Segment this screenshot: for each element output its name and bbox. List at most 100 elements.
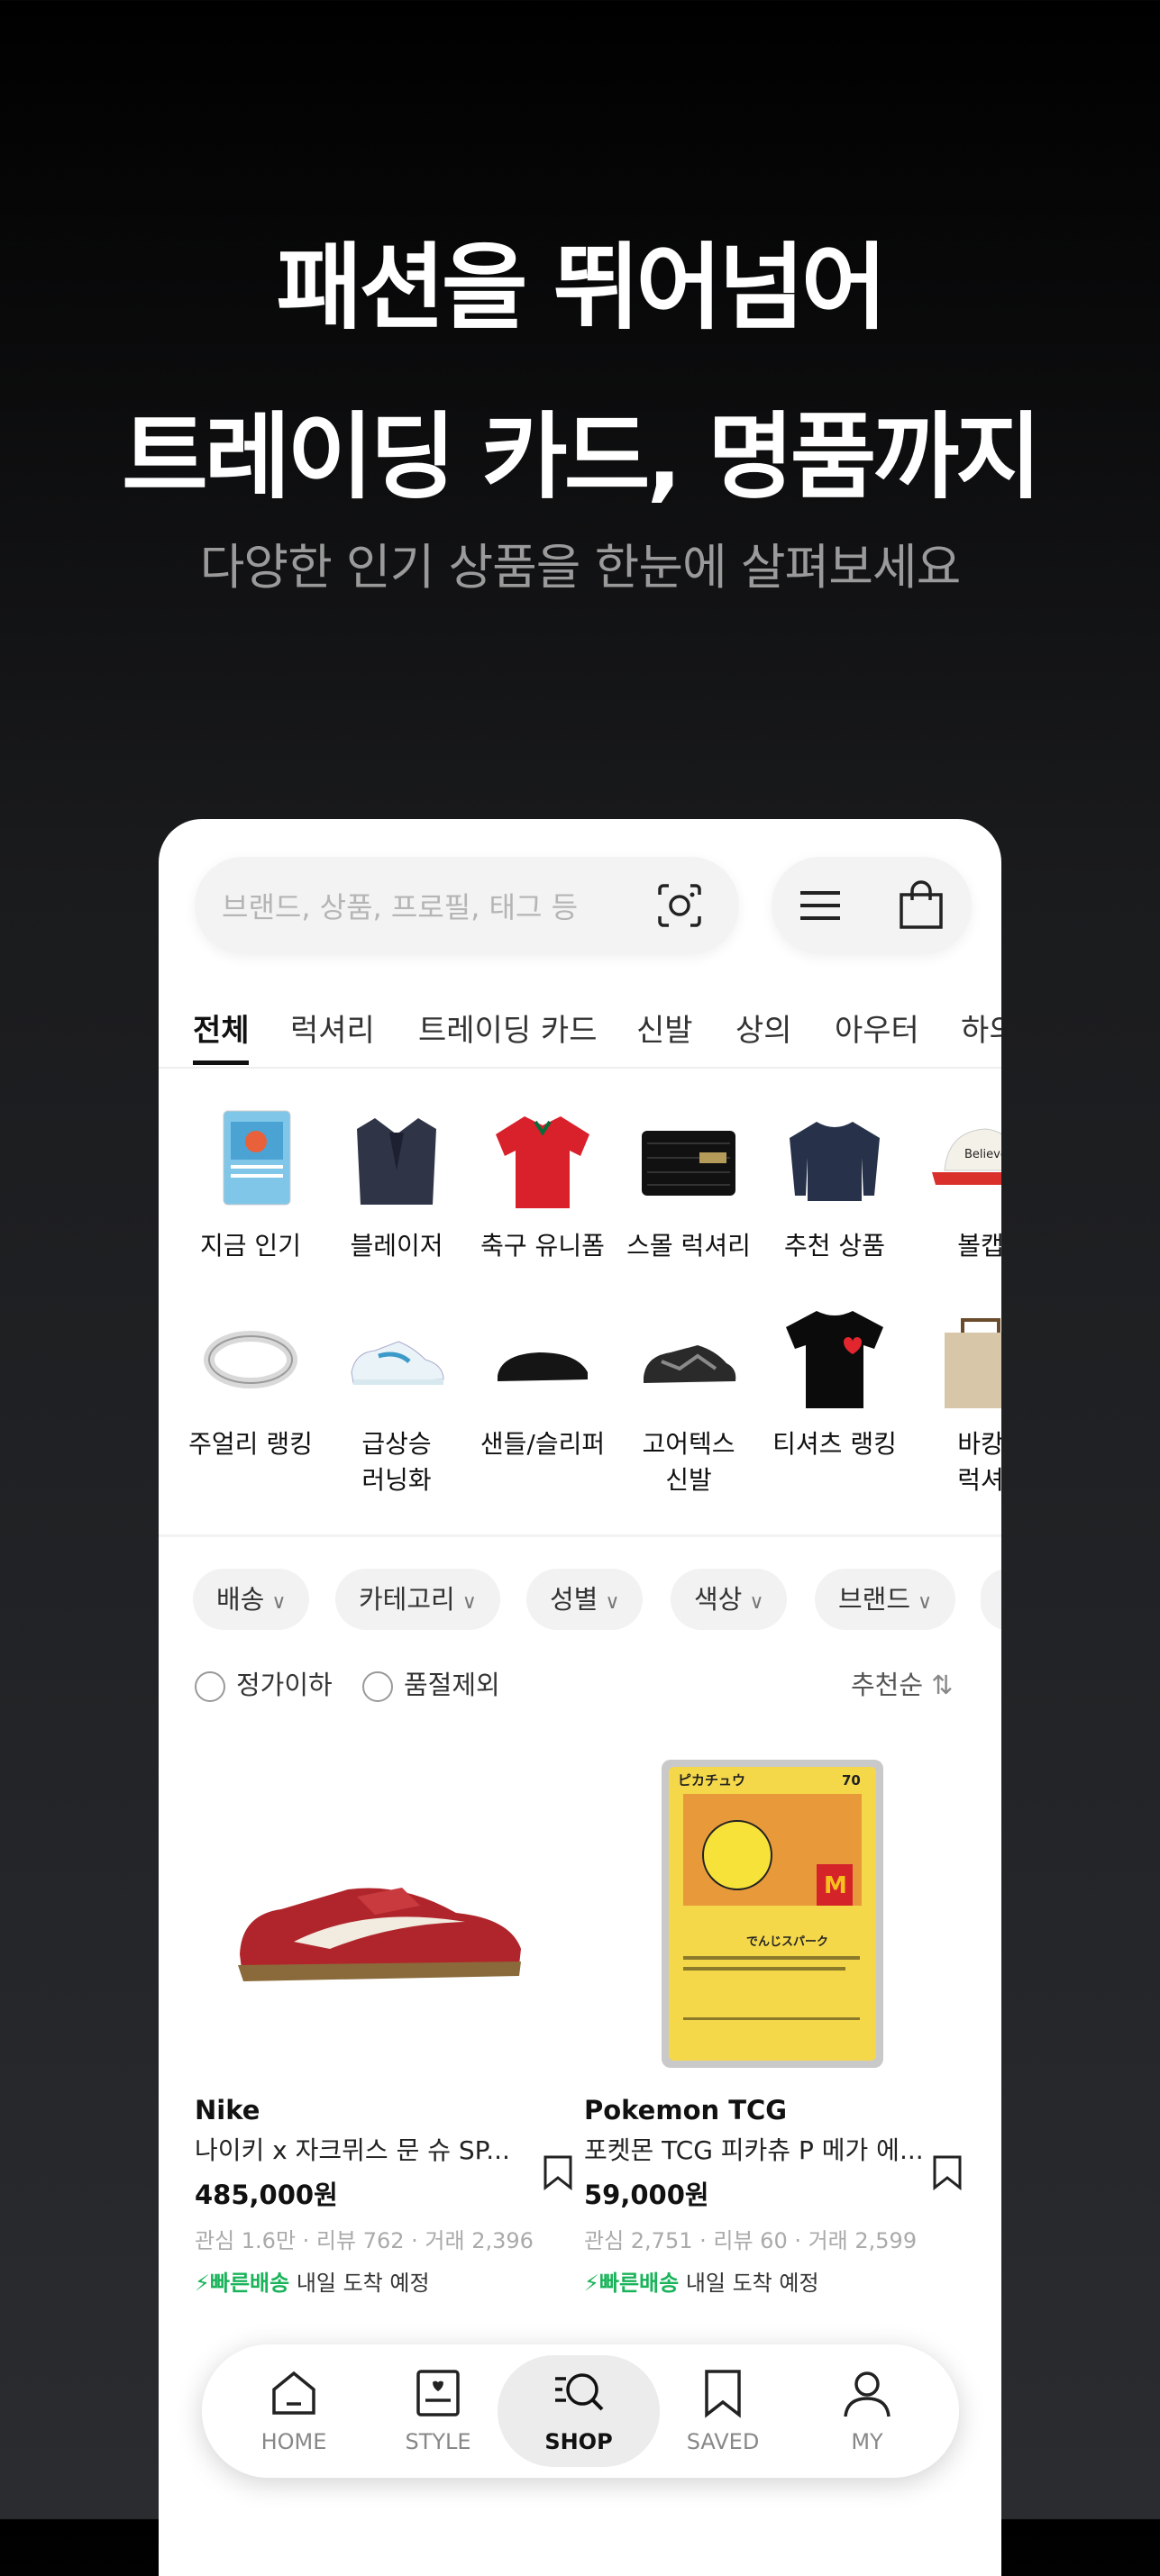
exclude-soldout-toggle[interactable]: 품절제외 bbox=[362, 1664, 500, 1702]
category-item[interactable]: 지금 인기 bbox=[177, 1107, 324, 1264]
product-card[interactable]: M ピカチュウ 70 でんじスパーク Pokemon TCG 포켓몬 TCG 피… bbox=[584, 1729, 963, 2297]
product-stats: 관심 1.6만 · 리뷰 762 · 거래 2,396 bbox=[195, 2228, 534, 2253]
category-item[interactable]: 스몰 럭셔리 bbox=[615, 1107, 763, 1264]
category-item[interactable]: 주얼리 랭킹 bbox=[177, 1306, 324, 1462]
radio-icon bbox=[195, 1671, 225, 1702]
sneaker-image bbox=[238, 1888, 521, 1981]
sort-icon: ⇅ bbox=[931, 1670, 954, 1700]
filter-chip-color[interactable]: 색상 ∨ bbox=[671, 1569, 788, 1630]
nav-shop[interactable]: SHOP bbox=[507, 2344, 651, 2478]
nav-label: STYLE bbox=[405, 2429, 471, 2454]
product-brand: Pokemon TCG bbox=[584, 2095, 788, 2125]
category-item[interactable]: 축구 유니폼 bbox=[469, 1107, 617, 1264]
filter-chip-delivery[interactable]: 배송 ∨ bbox=[193, 1569, 310, 1630]
filter-chip-gender[interactable]: 성별 ∨ bbox=[526, 1569, 644, 1630]
category-label-line2: 신발 bbox=[665, 1465, 712, 1495]
product-stats: 관심 2,751 · 리뷰 60 · 거래 2,599 bbox=[584, 2228, 918, 2253]
ring-icon bbox=[204, 1331, 297, 1388]
chevron-down-icon: ∨ bbox=[918, 1591, 933, 1614]
category-item[interactable]: 고어텍스 신발 bbox=[615, 1306, 763, 1498]
nav-label: SAVED bbox=[686, 2429, 760, 2454]
fast-delivery-label: 빠른배송 bbox=[598, 2271, 680, 2296]
category-label: 블레이저 bbox=[350, 1231, 443, 1261]
category-item[interactable]: 샌들/슬리퍼 bbox=[469, 1306, 617, 1462]
category-item[interactable]: 추천 상품 bbox=[761, 1107, 909, 1264]
jersey-icon bbox=[496, 1116, 589, 1208]
sort-label: 추천순 bbox=[851, 1670, 924, 1700]
chip-label: 브랜드 bbox=[838, 1584, 911, 1615]
search-bar[interactable]: 브랜드, 상품, 프로필, 태그 등 bbox=[195, 857, 739, 954]
delivery-info: ⚡빠른배송 내일 도착 예정 bbox=[584, 2265, 963, 2297]
tab-all[interactable]: 전체 bbox=[193, 1006, 250, 1050]
delivery-eta: 내일 도착 예정 bbox=[679, 2271, 819, 2296]
category-label: 주얼리 랭킹 bbox=[188, 1429, 313, 1459]
shopping-bag-icon[interactable] bbox=[898, 880, 945, 931]
product-name: 나이키 x 자크뮈스 문 슈 SP... bbox=[195, 2135, 510, 2165]
wallet-icon bbox=[642, 1131, 735, 1196]
chevron-down-icon: ∨ bbox=[749, 1591, 764, 1614]
radio-icon bbox=[362, 1671, 393, 1702]
category-item[interactable]: 티셔츠 랭킹 bbox=[761, 1306, 909, 1462]
nav-label: SHOP bbox=[544, 2429, 613, 2454]
tab-bottoms[interactable]: 하의 bbox=[961, 1006, 1001, 1050]
pokemon-card-icon bbox=[223, 1110, 291, 1206]
search-input[interactable]: 브랜드, 상품, 프로필, 태그 등 bbox=[222, 885, 578, 926]
bookmark-icon[interactable] bbox=[932, 2154, 963, 2190]
pokemon-card-image: M ピカチュウ 70 でんじスパーク bbox=[662, 1760, 883, 2068]
filter-chip-brand[interactable]: 브랜드 ∨ bbox=[815, 1569, 956, 1630]
blazer-icon bbox=[357, 1118, 436, 1205]
product-card[interactable]: Nike 나이키 x 자크뮈스 문 슈 SP... 485,000원 관심 1.… bbox=[195, 1729, 573, 2297]
menu-icon[interactable] bbox=[799, 886, 842, 925]
nav-style[interactable]: STYLE bbox=[366, 2344, 510, 2478]
lightning-icon: ⚡ bbox=[195, 2271, 210, 2296]
camera-search-icon[interactable] bbox=[656, 882, 703, 929]
fast-delivery-label: 빠른배송 bbox=[209, 2271, 290, 2296]
chip-label: 색상 bbox=[694, 1584, 743, 1615]
svg-text:M: M bbox=[824, 1872, 847, 1899]
sort-button[interactable]: 추천순 ⇅ bbox=[851, 1664, 954, 1702]
filter-chip-more[interactable] bbox=[981, 1569, 1001, 1630]
bookmark-icon[interactable] bbox=[543, 2154, 573, 2190]
category-item[interactable]: 블레이저 bbox=[323, 1107, 470, 1264]
section-divider bbox=[159, 1534, 1001, 1537]
category-label: 스몰 럭셔리 bbox=[626, 1231, 751, 1261]
tab-outer[interactable]: 아우터 bbox=[835, 1006, 919, 1050]
headline-line2: 트레이딩 카드, 명품까지 bbox=[122, 402, 1042, 512]
chevron-down-icon: ∨ bbox=[605, 1591, 620, 1614]
chip-label: 카테고리 bbox=[359, 1584, 455, 1615]
bag-icon bbox=[945, 1318, 1001, 1408]
lightning-icon: ⚡ bbox=[584, 2271, 599, 2296]
toggle-label: 정가이하 bbox=[236, 1670, 333, 1700]
chevron-down-icon: ∨ bbox=[271, 1591, 287, 1614]
product-brand: Nike bbox=[195, 2095, 260, 2125]
product-price: 485,000원 bbox=[195, 2180, 338, 2210]
shop-search-icon bbox=[555, 2373, 604, 2411]
nav-my[interactable]: MY bbox=[795, 2344, 939, 2478]
tab-luxury[interactable]: 럭셔리 bbox=[290, 1006, 375, 1050]
category-label: 티셔츠 랭킹 bbox=[772, 1429, 897, 1459]
bottom-nav: HOME STYLE SHOP SAVED MY bbox=[202, 2344, 959, 2478]
category-label: 샌들/슬리퍼 bbox=[480, 1429, 606, 1459]
tab-shoes[interactable]: 신발 bbox=[636, 1006, 693, 1050]
category-label: 바캉 bbox=[957, 1429, 1001, 1459]
delivery-info: ⚡빠른배송 내일 도착 예정 bbox=[195, 2265, 573, 2297]
category-label: 지금 인기 bbox=[200, 1231, 301, 1261]
nav-saved[interactable]: SAVED bbox=[651, 2344, 795, 2478]
filter-chip-category[interactable]: 카테고리 ∨ bbox=[335, 1569, 500, 1630]
cap-icon: Believe bbox=[932, 1128, 1001, 1185]
app-screen: 브랜드, 상품, 프로필, 태그 등 전체 럭셔리 트레이딩 카드 신발 상의 … bbox=[159, 819, 1001, 2576]
gore-tex-shoe-icon bbox=[644, 1345, 736, 1383]
category-item[interactable]: 급상승 러닝화 bbox=[323, 1306, 470, 1498]
below-retail-toggle[interactable]: 정가이하 bbox=[195, 1664, 333, 1702]
category-label-line2: 러닝화 bbox=[361, 1465, 432, 1495]
chip-label: 성별 bbox=[550, 1584, 598, 1615]
category-label-line2: 럭셔 bbox=[957, 1465, 1001, 1495]
tab-tops[interactable]: 상의 bbox=[735, 1006, 792, 1050]
category-item[interactable]: Believe 볼캡 bbox=[907, 1107, 1001, 1264]
nav-home[interactable]: HOME bbox=[222, 2344, 366, 2478]
category-label: 볼캡 bbox=[957, 1231, 1001, 1261]
category-item[interactable]: 바캉 럭셔 bbox=[907, 1306, 1001, 1498]
tab-trading-card[interactable]: 트레이딩 카드 bbox=[418, 1006, 598, 1050]
category-label: 고어텍스 bbox=[642, 1429, 735, 1459]
active-tab-indicator bbox=[193, 1060, 249, 1065]
